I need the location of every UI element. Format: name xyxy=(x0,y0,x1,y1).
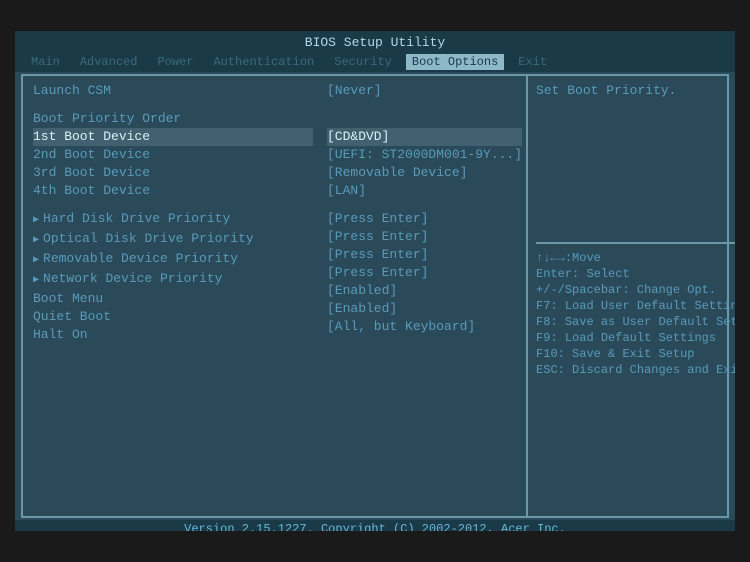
item-1st-boot-device[interactable]: 1st Boot Device xyxy=(33,128,313,146)
footer-text: Version 2.15.1227. Copyright (C) 2002-20… xyxy=(184,522,566,531)
value-odd-priority[interactable]: [Press Enter] xyxy=(327,228,522,246)
item-odd-priority[interactable]: Optical Disk Drive Priority xyxy=(33,230,313,250)
bios-screen: BIOS Setup Utility Main Advanced Power A… xyxy=(15,31,735,531)
help-f10: F10: Save & Exit Setup xyxy=(536,346,735,362)
item-boot-menu[interactable]: Boot Menu xyxy=(33,290,313,308)
value-halt-on[interactable]: [All, but Keyboard] xyxy=(327,318,522,336)
tab-security[interactable]: Security xyxy=(328,54,398,70)
item-2nd-boot-device[interactable]: 2nd Boot Device xyxy=(33,146,313,164)
value-launch-csm[interactable]: [Never] xyxy=(327,82,522,100)
footer: Version 2.15.1227. Copyright (C) 2002-20… xyxy=(15,520,735,531)
value-network-priority[interactable]: [Press Enter] xyxy=(327,264,522,282)
item-halt-on[interactable]: Halt On xyxy=(33,326,313,344)
item-quiet-boot[interactable]: Quiet Boot xyxy=(33,308,313,326)
header-boot-priority: Boot Priority Order xyxy=(33,110,313,128)
help-esc: ESC: Discard Changes and Exit Setup xyxy=(536,362,735,378)
value-4th-boot[interactable]: [LAN] xyxy=(327,182,522,200)
help-select: Enter: Select xyxy=(536,266,735,282)
value-quiet-boot[interactable]: [Enabled] xyxy=(327,300,522,318)
help-move: ↑↓←→:Move xyxy=(536,250,735,266)
title-bar: BIOS Setup Utility xyxy=(15,31,735,52)
item-network-priority[interactable]: Network Device Priority xyxy=(33,270,313,290)
context-help-text: Set Boot Priority. xyxy=(536,82,735,100)
item-hdd-priority[interactable]: Hard Disk Drive Priority xyxy=(33,210,313,230)
help-f8: F8: Save as User Default Settings xyxy=(536,314,735,330)
tab-authentication[interactable]: Authentication xyxy=(207,54,320,70)
item-3rd-boot-device[interactable]: 3rd Boot Device xyxy=(33,164,313,182)
tab-boot-options[interactable]: Boot Options xyxy=(406,54,504,70)
value-1st-boot[interactable]: [CD&DVD] xyxy=(327,128,522,146)
value-removable-priority[interactable]: [Press Enter] xyxy=(327,246,522,264)
tab-power[interactable]: Power xyxy=(151,54,199,70)
key-help: ↑↓←→:Move Enter: Select +/-/Spacebar: Ch… xyxy=(536,242,735,510)
item-removable-priority[interactable]: Removable Device Priority xyxy=(33,250,313,270)
value-hdd-priority[interactable]: [Press Enter] xyxy=(327,210,522,228)
help-f7: F7: Load User Default Settings xyxy=(536,298,735,314)
item-4th-boot-device[interactable]: 4th Boot Device xyxy=(33,182,313,200)
content-frame: Launch CSM Boot Priority Order 1st Boot … xyxy=(21,74,729,518)
tab-advanced[interactable]: Advanced xyxy=(74,54,144,70)
help-change: +/-/Spacebar: Change Opt. xyxy=(536,282,735,298)
values-pane: [Never] [CD&DVD] [UEFI: ST2000DM001-9Y..… xyxy=(323,76,526,516)
tab-exit[interactable]: Exit xyxy=(512,54,553,70)
context-help: Set Boot Priority. xyxy=(536,82,735,242)
value-boot-menu[interactable]: [Enabled] xyxy=(327,282,522,300)
help-pane: Set Boot Priority. ↑↓←→:Move Enter: Sele… xyxy=(526,76,735,516)
help-f9: F9: Load Default Settings xyxy=(536,330,735,346)
tab-row: Main Advanced Power Authentication Secur… xyxy=(15,52,735,72)
value-2nd-boot[interactable]: [UEFI: ST2000DM001-9Y...] xyxy=(327,146,522,164)
bios-title: BIOS Setup Utility xyxy=(305,35,445,50)
item-launch-csm[interactable]: Launch CSM xyxy=(33,82,313,100)
left-pane: Launch CSM Boot Priority Order 1st Boot … xyxy=(23,76,323,516)
tab-main[interactable]: Main xyxy=(25,54,66,70)
value-3rd-boot[interactable]: [Removable Device] xyxy=(327,164,522,182)
